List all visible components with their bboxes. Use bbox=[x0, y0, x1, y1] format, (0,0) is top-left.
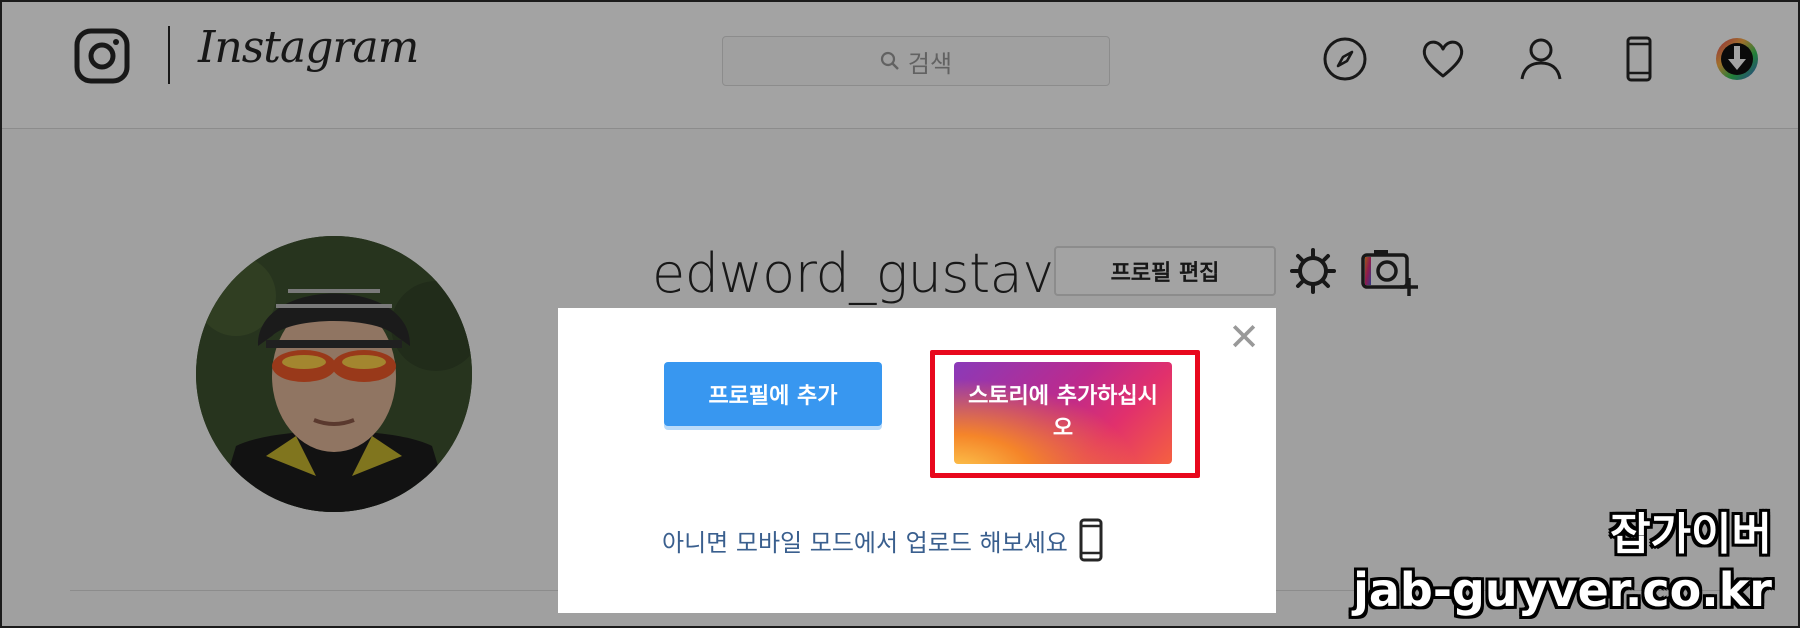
close-icon[interactable]: ✕ bbox=[1228, 318, 1260, 356]
upload-dialog: ✕ 프로필에 추가 스토리에 추가하십시오 아니면 모바일 모드에서 업로드 해… bbox=[558, 308, 1276, 613]
watermark-url: jab-guyver.co.kr bbox=[1353, 563, 1772, 617]
mobile-mode-hint: 아니면 모바일 모드에서 업로드 해보세요 bbox=[662, 518, 1104, 562]
add-to-story-label: 스토리에 추가하십시오 bbox=[968, 384, 1158, 441]
mobile-hint-text: 아니면 모바일 모드에서 업로드 해보세요 bbox=[662, 528, 1068, 557]
mobile-phone-icon bbox=[1079, 518, 1103, 562]
site-watermark: 잡가이버 jab-guyver.co.kr bbox=[1353, 508, 1772, 618]
add-to-story-button[interactable]: 스토리에 추가하십시오 bbox=[954, 362, 1172, 464]
watermark-name: 잡가이버 bbox=[1610, 509, 1772, 560]
add-to-profile-button[interactable]: 프로필에 추가 bbox=[664, 362, 882, 426]
